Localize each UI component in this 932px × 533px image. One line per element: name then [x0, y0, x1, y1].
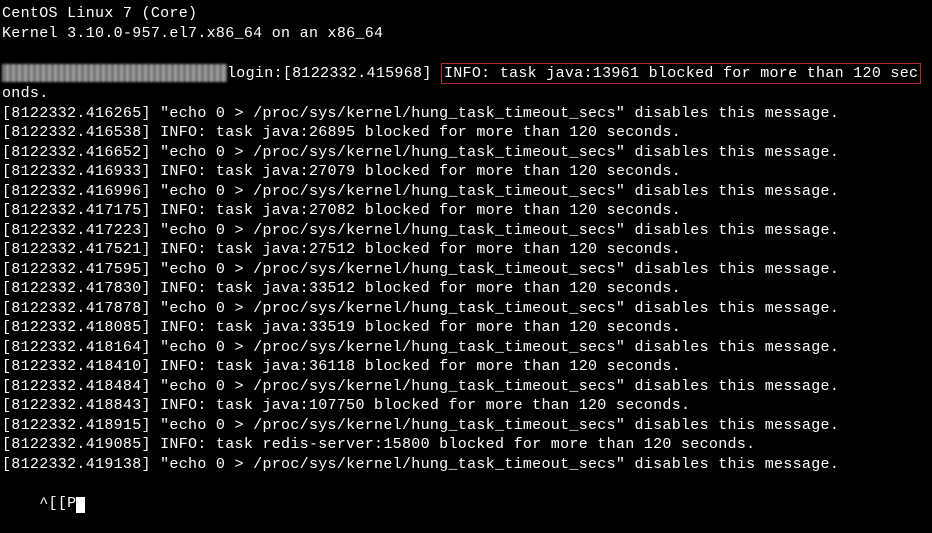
- log-line: [8122332.418915] "echo 0 > /proc/sys/ker…: [2, 416, 930, 436]
- kernel-line: Kernel 3.10.0-957.el7.x86_64 on an x86_6…: [2, 24, 930, 44]
- terminal-output: CentOS Linux 7 (Core) Kernel 3.10.0-957.…: [2, 4, 930, 533]
- kernel-timestamp: [8122332.415968]: [283, 64, 432, 84]
- hostname-censored: [2, 64, 227, 82]
- log-line: [8122332.419138] "echo 0 > /proc/sys/ker…: [2, 455, 930, 475]
- highlighted-hung-task: INFO: task java:13961 blocked for more t…: [441, 63, 921, 85]
- blank-line: [2, 43, 930, 63]
- log-line: [8122332.418410] INFO: task java:36118 b…: [2, 357, 930, 377]
- input-line[interactable]: ^[[P: [2, 474, 930, 533]
- log-line: [8122332.417223] "echo 0 > /proc/sys/ker…: [2, 221, 930, 241]
- log-line: [8122332.417878] "echo 0 > /proc/sys/ker…: [2, 299, 930, 319]
- input-text: ^[[P: [39, 495, 76, 512]
- log-line: [8122332.417521] INFO: task java:27512 b…: [2, 240, 930, 260]
- log-line: [8122332.418164] "echo 0 > /proc/sys/ker…: [2, 338, 930, 358]
- log-line: [8122332.419085] INFO: task redis-server…: [2, 435, 930, 455]
- log-line: [8122332.417595] "echo 0 > /proc/sys/ker…: [2, 260, 930, 280]
- log-line: [8122332.418085] INFO: task java:33519 b…: [2, 318, 930, 338]
- log-line: [8122332.418484] "echo 0 > /proc/sys/ker…: [2, 377, 930, 397]
- cursor: [76, 497, 85, 513]
- login-line: login: [8122332.415968] INFO: task java:…: [2, 63, 930, 85]
- log-line: [8122332.416265] "echo 0 > /proc/sys/ker…: [2, 104, 930, 124]
- log-line: [8122332.416996] "echo 0 > /proc/sys/ker…: [2, 182, 930, 202]
- log-lines-container: [8122332.416265] "echo 0 > /proc/sys/ker…: [2, 104, 930, 475]
- log-line: [8122332.417830] INFO: task java:33512 b…: [2, 279, 930, 299]
- log-line: [8122332.416538] INFO: task java:26895 b…: [2, 123, 930, 143]
- log-line: [8122332.417175] INFO: task java:27082 b…: [2, 201, 930, 221]
- wrapped-line: onds.: [2, 84, 930, 104]
- log-line: [8122332.416652] "echo 0 > /proc/sys/ker…: [2, 143, 930, 163]
- login-label[interactable]: login:: [227, 64, 283, 84]
- log-line: [8122332.418843] INFO: task java:107750 …: [2, 396, 930, 416]
- os-name-line: CentOS Linux 7 (Core): [2, 4, 930, 24]
- log-line: [8122332.416933] INFO: task java:27079 b…: [2, 162, 930, 182]
